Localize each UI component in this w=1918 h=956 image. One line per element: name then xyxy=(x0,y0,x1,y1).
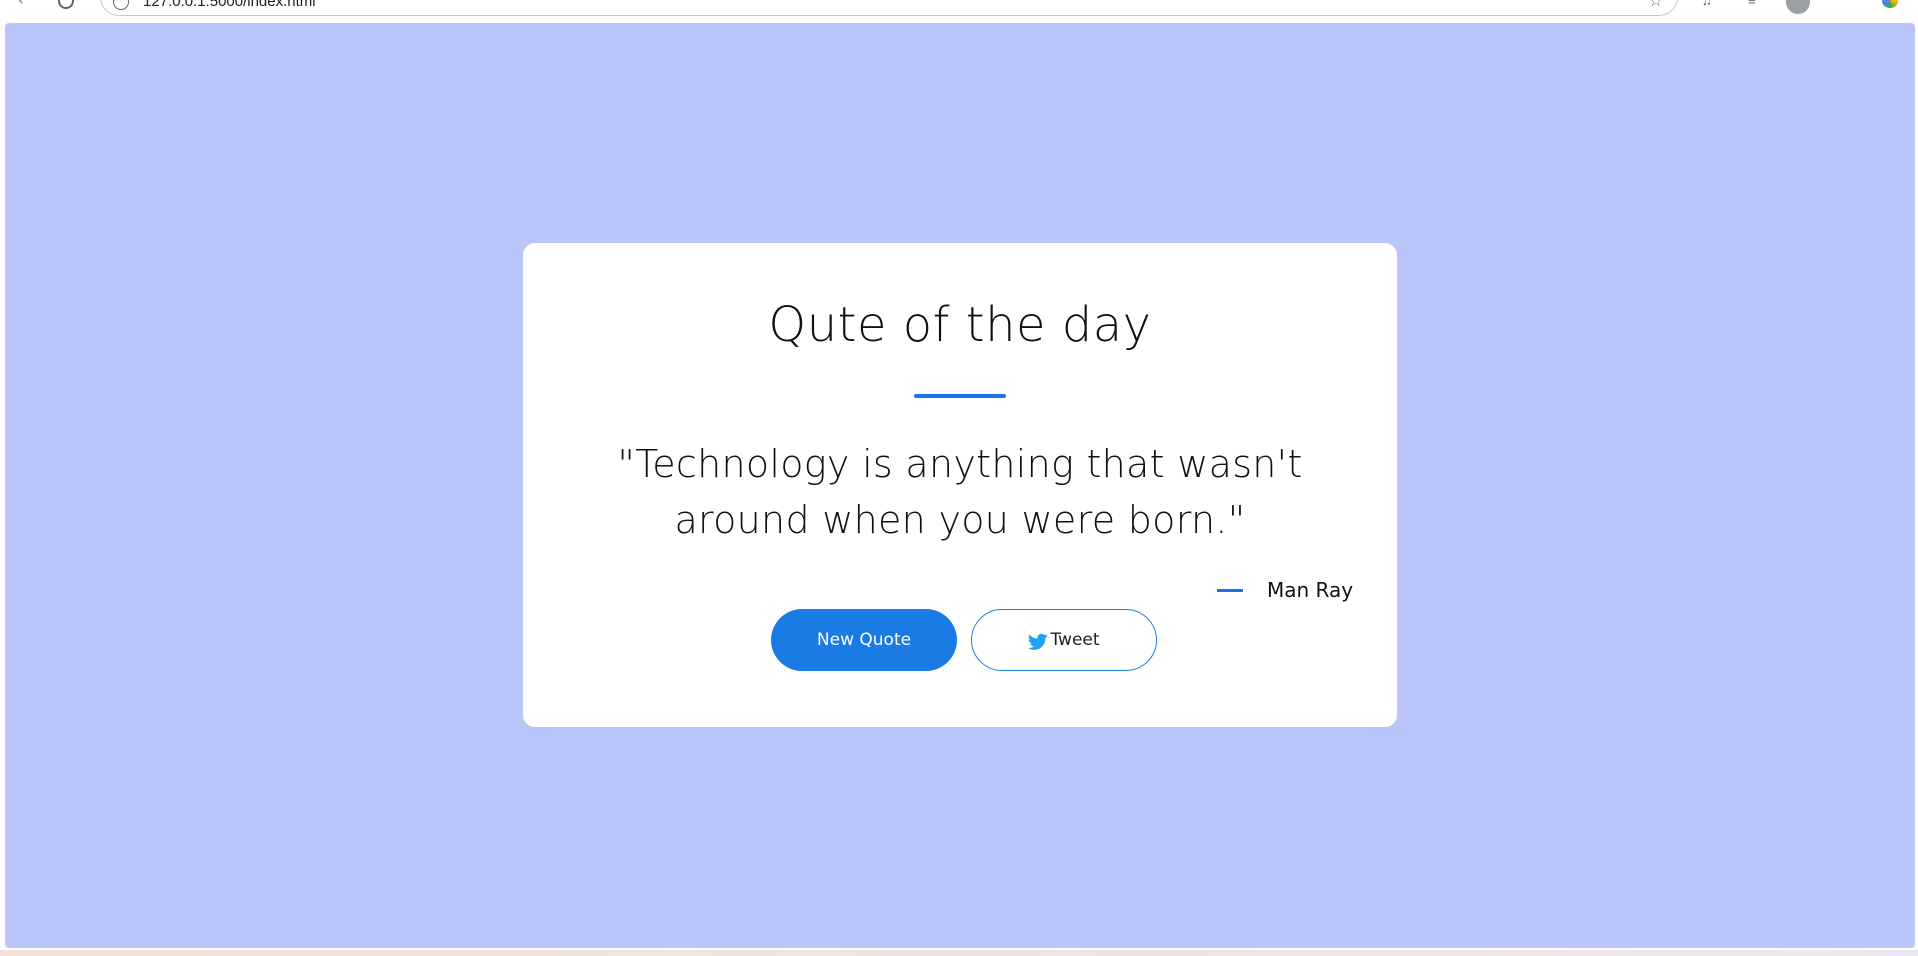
back-arrow-icon[interactable]: ‹ xyxy=(12,0,30,10)
address-bar-url[interactable]: 127.0.0.1:5000/index.html xyxy=(143,0,316,10)
browser-extension-icon[interactable] xyxy=(1882,0,1898,8)
page-viewport: Qute of the day "Technology is anything … xyxy=(5,23,1915,948)
tweet-button-label: Tweet xyxy=(1050,630,1100,650)
card-title: Qute of the day xyxy=(768,297,1152,353)
quote-card: Qute of the day "Technology is anything … xyxy=(523,243,1397,727)
address-bar[interactable]: 127.0.0.1:5000/index.html ☆ xyxy=(100,0,1678,16)
twitter-icon xyxy=(1028,633,1049,650)
author-dash xyxy=(1217,589,1243,592)
site-info-icon[interactable] xyxy=(113,0,129,10)
browser-toolbar: ‹ 127.0.0.1:5000/index.html ☆ ♫ ≡ xyxy=(0,0,1918,22)
new-quote-button-label: New Quote xyxy=(816,630,912,650)
new-quote-button[interactable]: New Quote xyxy=(771,609,957,671)
extensions-icon[interactable]: ♫ xyxy=(1702,0,1712,8)
profile-avatar[interactable] xyxy=(1786,0,1810,14)
tweet-button[interactable]: Tweet xyxy=(971,609,1157,671)
star-icon[interactable]: ☆ xyxy=(1649,0,1663,10)
reading-list-icon[interactable]: ≡ xyxy=(1748,0,1756,8)
taskbar-edge xyxy=(0,950,1918,956)
quote-text: "Technology is anything that wasn't arou… xyxy=(617,442,1303,542)
reload-icon[interactable] xyxy=(58,0,74,9)
quote-author: Man Ray xyxy=(1267,578,1354,602)
title-underline xyxy=(914,394,1006,398)
